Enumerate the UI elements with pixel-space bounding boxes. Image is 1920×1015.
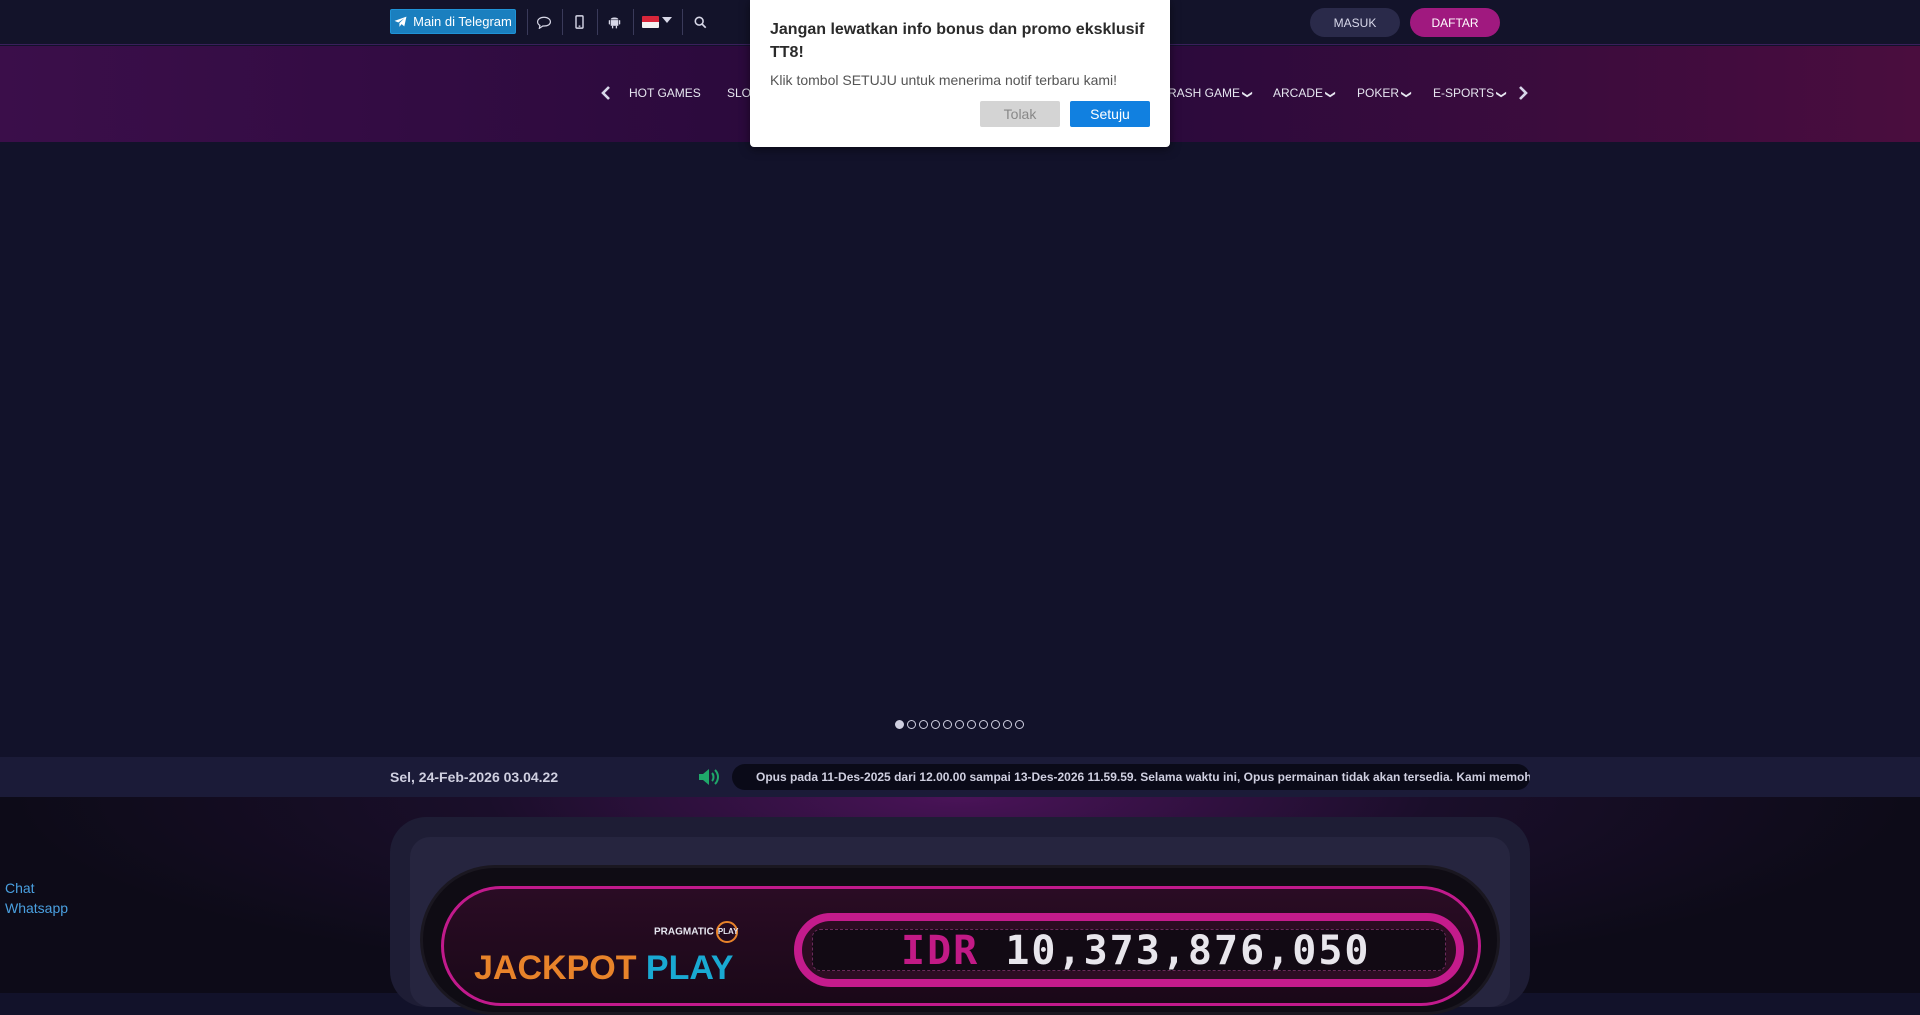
nav-item-hot-games[interactable]: HOT GAMES <box>629 86 701 100</box>
jackpot-section: PRAGMATIC PLAY JACKPOT PLAY IDR 10,373,87… <box>0 797 1920 1015</box>
nav-item-slot[interactable]: SLO <box>727 86 751 100</box>
jackpot-counter: IDR 10,373,876,050 <box>794 913 1464 987</box>
divider <box>527 9 528 35</box>
slider-dot[interactable] <box>931 720 940 729</box>
chevron-down-icon[interactable] <box>662 17 672 23</box>
slider-dot[interactable] <box>919 720 928 729</box>
chevron-down-icon: ❯ <box>1401 90 1413 99</box>
slider-dot[interactable] <box>1015 720 1024 729</box>
chevron-down-icon: ❯ <box>1242 90 1254 99</box>
chat-icon[interactable] <box>533 12 555 32</box>
popup-title: Jangan lewatkan info bonus dan promo eks… <box>770 21 1145 61</box>
notification-permission-popup: Jangan lewatkan info bonus dan promo eks… <box>750 0 1170 147</box>
nav-item-label: RASH GAME <box>1168 86 1241 100</box>
jackpot-amount: IDR 10,373,876,050 <box>901 930 1371 972</box>
nav-item-arcade[interactable]: ARCADE ❯ <box>1273 86 1337 100</box>
slider-dots <box>895 720 1024 729</box>
jackpot-ring: PRAGMATIC PLAY JACKPOT PLAY IDR 10,373,87… <box>441 886 1481 1006</box>
slider-dot[interactable] <box>979 720 988 729</box>
divider <box>562 9 563 35</box>
android-icon[interactable] <box>603 12 625 32</box>
nav-next-arrow-icon[interactable] <box>1518 86 1528 105</box>
whatsapp-chat-link[interactable]: Chat Whatsapp <box>5 878 68 918</box>
slider-dot[interactable] <box>967 720 976 729</box>
reject-button[interactable]: Tolak <box>980 101 1060 127</box>
jackpot-counter-display: IDR 10,373,876,050 <box>812 929 1446 972</box>
jackpot-panel-inner: PRAGMATIC PLAY JACKPOT PLAY IDR 10,373,87… <box>410 837 1510 1015</box>
nav-item-esports[interactable]: E-SPORTS ❯ <box>1433 86 1508 100</box>
current-datetime: Sel, 24-Feb-2026 03.04.22 <box>390 769 559 785</box>
search-icon[interactable] <box>689 12 711 32</box>
login-button[interactable]: MASUK <box>1310 8 1400 37</box>
jackpot-panel: PRAGMATIC PLAY JACKPOT PLAY IDR 10,373,87… <box>390 817 1530 1015</box>
nav-item-poker[interactable]: POKER ❯ <box>1357 86 1413 100</box>
jackpot-title: JACKPOT PLAY <box>474 949 733 988</box>
telegram-label: Main di Telegram <box>413 14 512 29</box>
chevron-down-icon: ❯ <box>1325 90 1337 99</box>
popup-body: Klik tombol SETUJU untuk menerima notif … <box>770 72 1118 88</box>
slider-dot[interactable] <box>955 720 964 729</box>
slider-dot[interactable] <box>1003 720 1012 729</box>
nav-item-label: E-SPORTS <box>1433 86 1495 100</box>
jackpot-value: 10,373,876,050 <box>1005 928 1371 974</box>
slider-dot[interactable] <box>907 720 916 729</box>
announcement-text: Opus pada 11-Des-2025 dari 12.00.00 samp… <box>756 770 1530 784</box>
pragmatic-play-logo: PRAGMATIC PLAY <box>654 921 738 943</box>
chevron-down-icon: ❯ <box>1496 90 1508 99</box>
announcement-marquee: Opus pada 11-Des-2025 dari 12.00.00 samp… <box>732 764 1530 790</box>
slider-dot[interactable] <box>943 720 952 729</box>
banner-slider[interactable] <box>0 142 1920 757</box>
divider <box>633 9 634 35</box>
nav-item-crash-game[interactable]: RASH GAME ❯ <box>1168 86 1254 100</box>
indonesia-flag-icon[interactable] <box>642 16 659 28</box>
divider <box>597 9 598 35</box>
divider <box>682 9 683 35</box>
telegram-button[interactable]: Main di Telegram <box>390 9 516 34</box>
accept-button[interactable]: Setuju <box>1070 101 1150 127</box>
provider-name: PRAGMATIC <box>654 926 714 938</box>
slider-dot[interactable] <box>895 720 904 729</box>
jackpot-title-part2: PLAY <box>645 949 734 987</box>
jackpot-title-part1: JACKPOT <box>474 949 637 987</box>
telegram-icon <box>394 16 407 27</box>
speaker-icon <box>699 769 719 785</box>
slider-dot[interactable] <box>991 720 1000 729</box>
nav-item-label: ARCADE <box>1273 86 1324 100</box>
nav-item-label: POKER <box>1357 86 1400 100</box>
register-button[interactable]: DAFTAR <box>1410 8 1500 37</box>
announcement-ticker: Sel, 24-Feb-2026 03.04.22 Opus pada 11-D… <box>0 757 1920 797</box>
mobile-icon[interactable] <box>568 12 590 32</box>
nav-prev-arrow-icon[interactable] <box>601 86 611 105</box>
jackpot-currency: IDR <box>901 928 980 974</box>
provider-badge: PLAY <box>715 921 738 943</box>
